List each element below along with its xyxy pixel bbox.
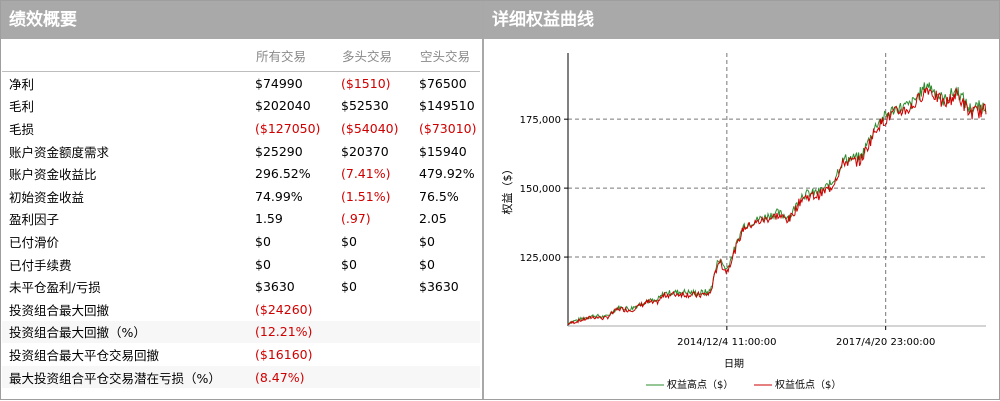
all-trades-value: $0: [255, 233, 271, 249]
window: 绩效概要 所有交易 多头交易 空头交易 净利 $74990 ($1510) $7650…: [0, 0, 1000, 400]
short-trades-value: [419, 343, 480, 366]
long-trades-value: $52530: [341, 98, 389, 114]
summary-row: 投资组合最大回撤（%） (12.21%): [2, 320, 480, 344]
row-label: 投资组合最大回撤（%）: [2, 320, 255, 344]
long-trades-value: $0: [341, 279, 357, 295]
short-trades-value: [419, 365, 480, 389]
legend-low-label: 权益低点（$）: [775, 378, 841, 391]
summary-row: 毛损 ($127050) ($54040) ($73010): [2, 117, 480, 140]
row-label: 已付手续费: [9, 257, 72, 273]
all-trades-value: $202040: [255, 98, 311, 114]
row-label: 投资组合最大平仓交易回撤: [9, 347, 160, 363]
summary-table: 所有交易 多头交易 空头交易 净利 $74990 ($1510) $76500 毛利 $2…: [2, 39, 480, 389]
row-label: 未平仓盈利/亏损: [9, 280, 101, 296]
all-trades-value: ($24260): [255, 301, 313, 317]
long-trades-value: ($54040): [341, 120, 399, 136]
all-trades-value: 74.99%: [255, 188, 303, 204]
x-tick-label: 2017/4/20 23:00:00: [836, 337, 935, 348]
all-trades-value: 1.59: [255, 211, 283, 227]
all-trades-value: 296.52%: [255, 166, 311, 182]
summary-row: 最大投资组合平仓交易潜在亏损（%） (8.47%): [2, 365, 480, 389]
summary-title: 绩效概要: [1, 1, 482, 39]
row-label: 投资组合最大回撤: [9, 302, 110, 318]
all-trades-value: $3630: [255, 279, 295, 295]
summary-row: 已付手续费 $0 $0 $0: [2, 253, 480, 276]
summary-row: 账户资金收益比 296.52% (7.41%) 479.92%: [2, 162, 480, 185]
performance-summary-panel: 绩效概要 所有交易 多头交易 空头交易 净利 $74990 ($1510) $7650…: [1, 1, 482, 399]
short-trades-value: [419, 320, 480, 344]
short-trades-value: $0: [419, 256, 435, 272]
all-trades-value: ($127050): [255, 120, 321, 136]
series-line-high: [567, 82, 987, 325]
long-trades-value: (1.51%): [341, 188, 391, 204]
short-trades-value: $76500: [419, 75, 467, 91]
long-trades-value: (7.41%): [341, 166, 391, 182]
header-all-trades: 所有交易: [255, 39, 341, 72]
row-label: 盈利因子: [9, 212, 60, 228]
short-trades-value: 2.05: [419, 211, 447, 227]
summary-header-row: 所有交易 多头交易 空头交易: [2, 39, 480, 72]
header-short-trades: 空头交易: [419, 39, 480, 72]
short-trades-value: $3630: [419, 279, 459, 295]
all-trades-value: (8.47%): [255, 365, 341, 389]
summary-row: 净利 $74990 ($1510) $76500: [2, 72, 480, 95]
long-trades-value: [341, 365, 419, 389]
short-trades-value: ($73010): [419, 120, 477, 136]
chart-title: 详细权益曲线: [484, 1, 999, 39]
long-trades-value: $20370: [341, 143, 389, 159]
row-label: 最大投资组合平仓交易潜在亏损（%）: [2, 365, 255, 389]
y-axis-label: 权益（$）: [500, 164, 514, 215]
y-tick-label: 150,000: [520, 184, 561, 195]
x-axis-label: 日期: [724, 358, 744, 370]
short-trades-value: $149510: [419, 98, 475, 114]
long-trades-value: (.97): [341, 211, 371, 227]
legend-high-label: 权益高点（$）: [667, 378, 733, 391]
header-long-trades: 多头交易: [341, 39, 419, 72]
y-tick-label: 125,000: [520, 253, 561, 264]
equity-chart: 权益（$） 日期 权益高点（$） 权益低点（$） 125,000 150,000 1…: [500, 53, 987, 391]
summary-row: 账户资金额度需求 $25290 $20370 $15940: [2, 140, 480, 163]
all-trades-value: ($16160): [255, 346, 313, 362]
short-trades-value: $0: [419, 233, 435, 249]
short-trades-value: $15940: [419, 143, 467, 159]
summary-row: 投资组合最大平仓交易回撤 ($16160): [2, 343, 480, 366]
long-trades-value: $0: [341, 233, 357, 249]
equity-curve-panel: 详细权益曲线 权益（$） 日期 权益高点（$） 权益低点（$） 125,000 1…: [484, 1, 999, 399]
all-trades-value: $25290: [255, 143, 303, 159]
short-trades-value: 76.5%: [419, 188, 459, 204]
summary-row: 初始资金收益 74.99% (1.51%) 76.5%: [2, 185, 480, 208]
series-line-low: [567, 87, 987, 325]
short-trades-value: 479.92%: [419, 166, 475, 182]
row-label: 账户资金收益比: [9, 167, 97, 183]
short-trades-value: [419, 298, 480, 321]
x-tick-label: 2014/12/4 11:00:00: [677, 337, 776, 348]
summary-row: 盈利因子 1.59 (.97) 2.05: [2, 208, 480, 231]
all-trades-value: (12.21%): [255, 320, 341, 344]
header-blank: [2, 39, 255, 72]
long-trades-value: [341, 320, 419, 344]
all-trades-value: $0: [255, 256, 271, 272]
long-trades-value: $0: [341, 256, 357, 272]
row-label: 初始资金收益: [9, 189, 85, 205]
row-label: 毛利: [9, 99, 35, 115]
y-tick-label: 175,000: [520, 115, 561, 126]
row-label: 净利: [9, 76, 35, 92]
long-trades-value: [341, 298, 419, 321]
long-trades-value: ($1510): [341, 75, 391, 91]
row-label: 已付滑价: [9, 234, 60, 250]
summary-row: 投资组合最大回撤 ($24260): [2, 298, 480, 321]
summary-row: 已付滑价 $0 $0 $0: [2, 230, 480, 253]
summary-row: 毛利 $202040 $52530 $149510: [2, 95, 480, 118]
row-label: 毛损: [9, 121, 35, 137]
row-label: 账户资金额度需求: [9, 144, 110, 160]
long-trades-value: [341, 343, 419, 366]
all-trades-value: $74990: [255, 75, 303, 91]
summary-row: 未平仓盈利/亏损 $3630 $0 $3630: [2, 275, 480, 298]
